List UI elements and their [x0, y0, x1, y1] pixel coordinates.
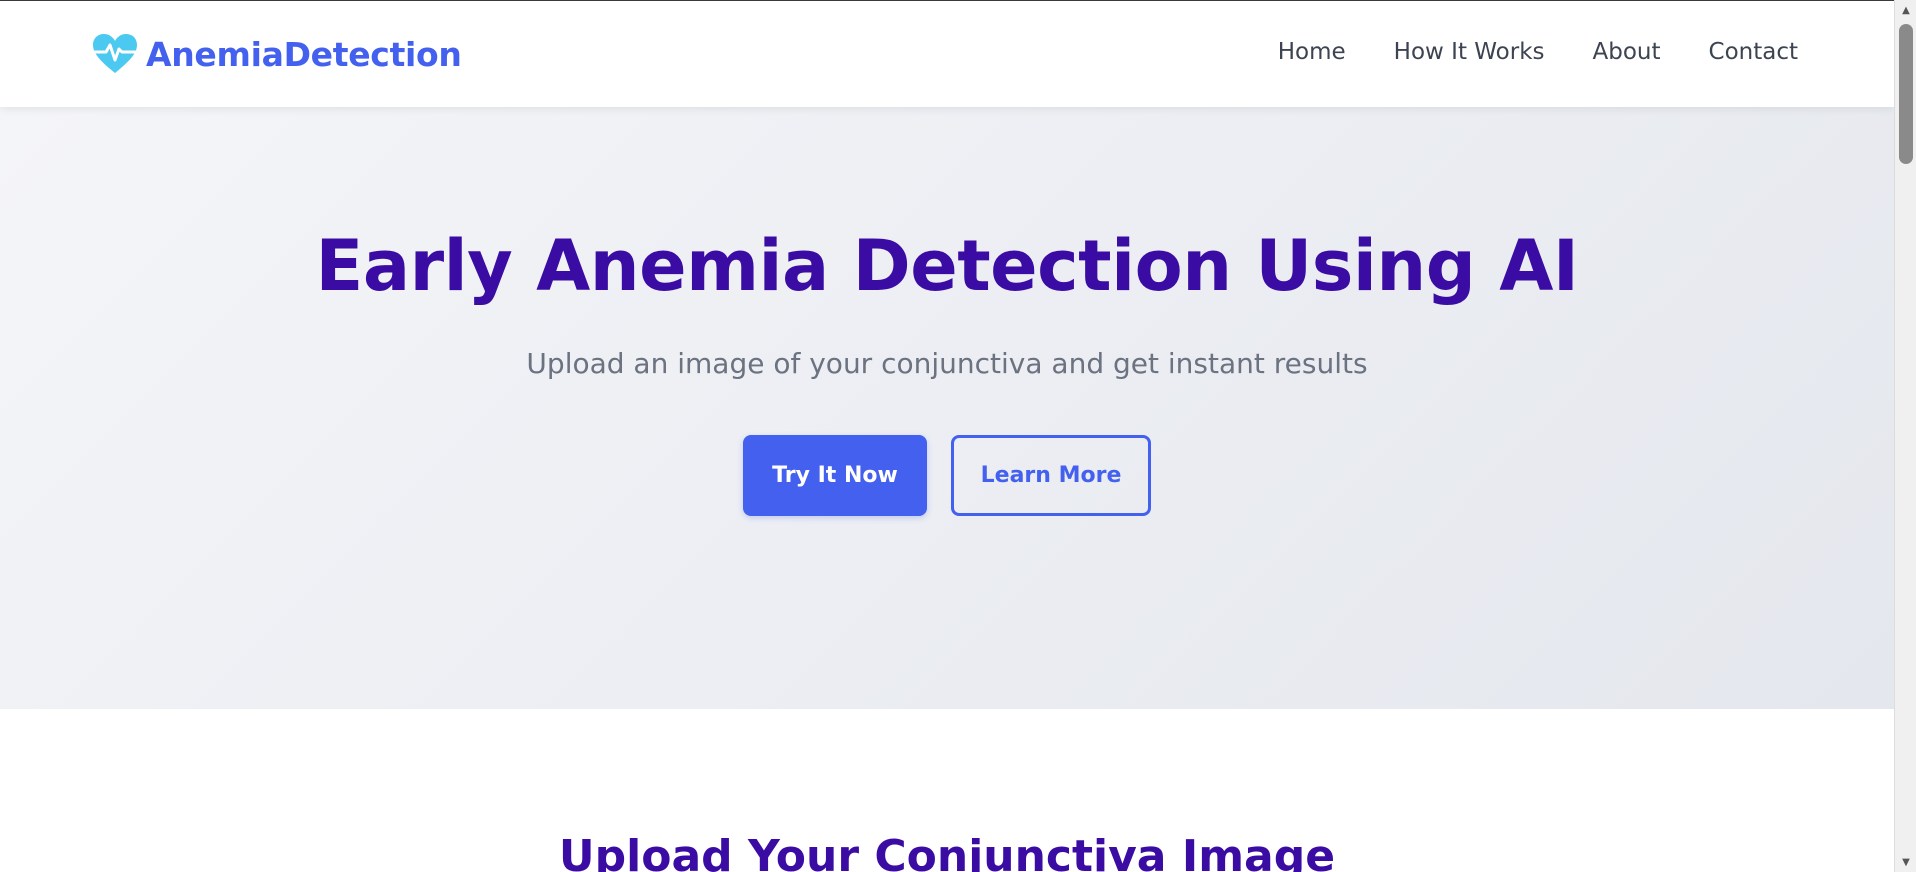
- learn-more-button[interactable]: Learn More: [951, 435, 1151, 516]
- upload-section-title: Upload Your Conjunctiva Image: [558, 831, 1336, 872]
- nav-link-home[interactable]: Home: [1278, 39, 1346, 65]
- nav-link-about[interactable]: About: [1593, 39, 1661, 65]
- navbar: AnemiaDetection Home How It Works About …: [0, 1, 1894, 107]
- hero-section: Early Anemia Detection Using AI Upload a…: [0, 107, 1894, 709]
- hero-subtitle: Upload an image of your conjunctiva and …: [526, 347, 1368, 380]
- vertical-scrollbar[interactable]: ▲ ▼: [1894, 0, 1916, 872]
- page-viewport: AnemiaDetection Home How It Works About …: [0, 0, 1894, 872]
- hero-actions: Try It Now Learn More: [0, 435, 1894, 516]
- brand-name: AnemiaDetection: [146, 34, 462, 74]
- heart-pulse-icon: [92, 33, 138, 75]
- hero-title: Early Anemia Detection Using AI: [315, 225, 1579, 307]
- brand-logo-link[interactable]: AnemiaDetection: [92, 33, 462, 75]
- nav-link-contact[interactable]: Contact: [1709, 39, 1798, 65]
- scroll-down-arrow-icon[interactable]: ▼: [1895, 852, 1916, 872]
- nav-link-how-it-works[interactable]: How It Works: [1394, 39, 1545, 65]
- main-nav: Home How It Works About Contact: [1278, 39, 1798, 65]
- upload-section: Upload Your Conjunctiva Image: [0, 709, 1894, 872]
- scrollbar-thumb[interactable]: [1899, 24, 1913, 164]
- try-it-now-button[interactable]: Try It Now: [743, 435, 927, 516]
- scroll-up-arrow-icon[interactable]: ▲: [1895, 0, 1916, 20]
